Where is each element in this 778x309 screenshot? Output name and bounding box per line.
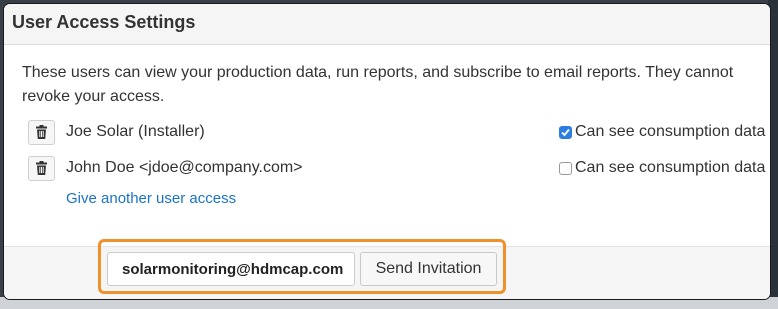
checkmark-icon [561,128,570,137]
trash-icon [36,125,47,139]
consumption-checkbox[interactable] [559,162,572,175]
panel-title: User Access Settings [12,12,196,32]
user-name: Joe Solar (Installer) [66,123,205,140]
delete-user-button[interactable] [28,120,55,145]
trash-icon [36,161,47,175]
user-row: Joe Solar (Installer) Can see consumptio… [22,118,767,146]
consumption-checkbox[interactable] [559,126,572,139]
panel-header: User Access Settings [4,4,770,45]
delete-user-button[interactable] [28,156,55,181]
consumption-permission-label: Can see consumption data [575,159,766,176]
panel-description: These users can view your production dat… [22,64,734,105]
give-access-link[interactable]: Give another user access [66,190,236,207]
consumption-permission-label: Can see consumption data [575,123,766,140]
user-access-panel: User Access Settings These users can vie… [3,3,771,300]
send-invitation-button[interactable]: Send Invitation [360,252,497,286]
invite-email-input[interactable] [107,252,355,286]
user-name: John Doe <jdoe@company.com> [66,159,303,176]
user-row: John Doe <jdoe@company.com> Can see cons… [22,154,767,182]
